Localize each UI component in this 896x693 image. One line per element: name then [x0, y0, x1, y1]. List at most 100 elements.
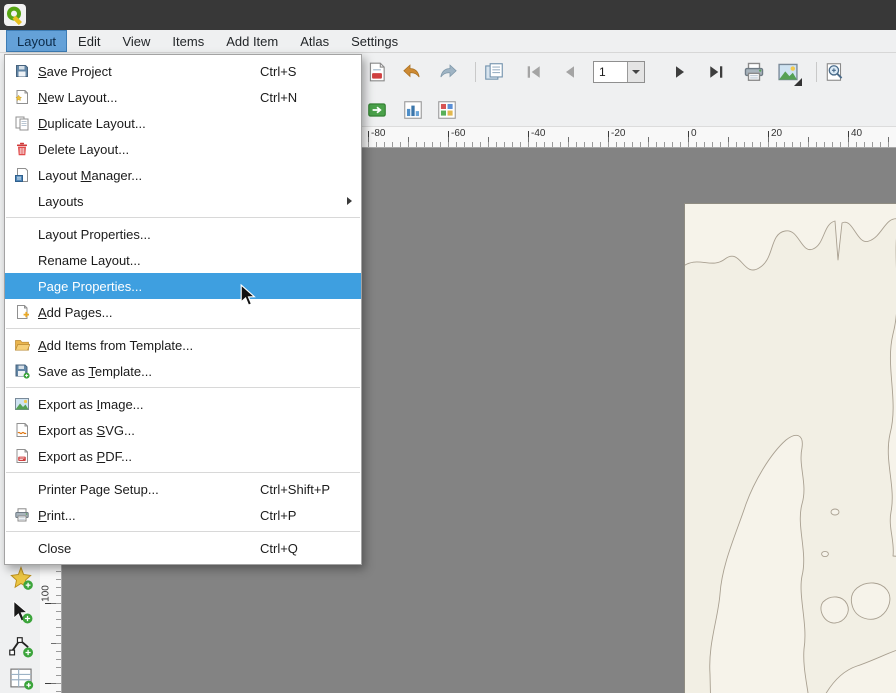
menu-item-close[interactable]: Close Ctrl+Q	[5, 535, 361, 561]
new-layout-icon	[10, 88, 34, 106]
menu-item-duplicate-layout[interactable]: Duplicate Layout...	[5, 110, 361, 136]
menu-items[interactable]: Items	[161, 30, 215, 52]
export-svg-icon	[10, 421, 34, 439]
menu-item-label: New Layout...	[38, 90, 260, 105]
menu-item-label: Export as Image...	[38, 397, 260, 412]
toolbar-separator	[475, 62, 476, 82]
redo-icon[interactable]	[436, 59, 462, 85]
menu-item-shortcut: Ctrl+P	[260, 508, 352, 523]
menu-item-label: Print...	[38, 508, 260, 523]
menu-item-layout-manager[interactable]: Layout Manager...	[5, 162, 361, 188]
menu-item-save-as-template[interactable]: Save as Template...	[5, 358, 361, 384]
edit-nodes-item-icon[interactable]	[8, 633, 34, 659]
ruler-label: 40	[851, 128, 862, 139]
menu-item-layouts-submenu[interactable]: Layouts	[5, 188, 361, 214]
ruler-label: -60	[451, 128, 465, 139]
preview-atlas-icon[interactable]	[364, 97, 390, 123]
menu-item-printer-page-setup[interactable]: Printer Page Setup... Ctrl+Shift+P	[5, 476, 361, 502]
menu-item-rename-layout[interactable]: Rename Layout...	[5, 247, 361, 273]
undo-icon[interactable]	[398, 59, 424, 85]
menu-item-label: Add Pages...	[38, 305, 260, 320]
first-feature-icon[interactable]	[521, 59, 547, 85]
menu-item-label: Export as PDF...	[38, 449, 260, 464]
menu-item-icon-empty	[10, 539, 34, 557]
export-pdf-icon	[10, 447, 34, 465]
zoom-full-icon[interactable]	[822, 59, 848, 85]
add-legend-icon[interactable]	[434, 97, 460, 123]
menu-item-label: Export as SVG...	[38, 423, 260, 438]
menu-item-page-properties[interactable]: Page Properties...	[5, 273, 361, 299]
menu-item-save-project[interactable]: Save Project Ctrl+S	[5, 58, 361, 84]
menu-item-add-pages[interactable]: Add Pages...	[5, 299, 361, 325]
add-attribute-table-icon[interactable]	[8, 665, 34, 691]
ruler-label: 0	[691, 128, 697, 139]
add-node-item-icon[interactable]	[8, 565, 34, 591]
menu-item-label: Delete Layout...	[38, 142, 260, 157]
menu-separator	[6, 387, 360, 388]
menu-item-print[interactable]: Print... Ctrl+P	[5, 502, 361, 528]
ruler-label: -80	[371, 128, 385, 139]
menu-item-add-items-from-template[interactable]: Add Items from Template...	[5, 332, 361, 358]
layout-toolbar: 1	[364, 57, 848, 87]
layout-page[interactable]	[684, 203, 896, 693]
menu-atlas[interactable]: Atlas	[289, 30, 340, 52]
qgis-layout-window: Layout Edit View Items Add Item Atlas Se…	[0, 0, 896, 693]
atlas-feature-value[interactable]: 1	[594, 62, 627, 82]
atlas-feature-combo[interactable]: 1	[593, 61, 645, 83]
menu-separator	[6, 217, 360, 218]
add-chart-icon[interactable]	[400, 97, 426, 123]
menu-add-item[interactable]: Add Item	[215, 30, 289, 52]
menu-edit[interactable]: Edit	[67, 30, 111, 52]
print-atlas-icon[interactable]	[741, 59, 767, 85]
menubar: Layout Edit View Items Add Item Atlas Se…	[0, 30, 896, 53]
delete-layout-icon	[10, 140, 34, 158]
export-report-icon[interactable]	[364, 59, 390, 85]
menu-item-new-layout[interactable]: New Layout... Ctrl+N	[5, 84, 361, 110]
atlas-settings-icon[interactable]	[481, 59, 507, 85]
menu-item-label: Rename Layout...	[38, 253, 260, 268]
menu-item-delete-layout[interactable]: Delete Layout...	[5, 136, 361, 162]
add-pages-icon	[10, 303, 34, 321]
select-move-item-icon[interactable]	[8, 599, 34, 625]
menu-item-shortcut: Ctrl+S	[260, 64, 352, 79]
export-atlas-image-icon[interactable]	[775, 59, 801, 85]
menu-item-label: Layout Properties...	[38, 227, 260, 242]
next-feature-icon[interactable]	[667, 59, 693, 85]
menu-item-label: Close	[38, 541, 260, 556]
dropdown-corner-icon	[794, 78, 802, 86]
menu-view[interactable]: View	[111, 30, 161, 52]
menu-settings[interactable]: Settings	[340, 30, 409, 52]
menu-item-export-as-svg[interactable]: Export as SVG...	[5, 417, 361, 443]
window-titlebar	[0, 0, 896, 30]
ruler-label: -20	[611, 128, 625, 139]
ruler-label: 20	[771, 128, 782, 139]
save-template-icon	[10, 362, 34, 380]
menu-item-label: Save Project	[38, 64, 260, 79]
menu-item-shortcut: Ctrl+Q	[260, 541, 352, 556]
menu-separator	[6, 472, 360, 473]
menu-item-label: Duplicate Layout...	[38, 116, 260, 131]
combo-dropdown-button[interactable]	[627, 62, 644, 82]
menu-item-icon-empty	[10, 225, 34, 243]
menu-item-layout-properties[interactable]: Layout Properties...	[5, 221, 361, 247]
layout-manager-icon	[10, 166, 34, 184]
ruler-label: 100	[41, 584, 52, 604]
folder-icon	[10, 336, 34, 354]
menu-layout[interactable]: Layout	[6, 30, 67, 52]
menu-item-shortcut: Ctrl+Shift+P	[260, 482, 352, 497]
submenu-arrow-icon	[347, 197, 352, 205]
map-item	[685, 204, 896, 693]
menu-item-export-as-image[interactable]: Export as Image...	[5, 391, 361, 417]
atlas-toolbar	[364, 95, 460, 125]
layout-menu-dropdown: Save Project Ctrl+S New Layout... Ctrl+N…	[4, 54, 362, 565]
menu-separator	[6, 531, 360, 532]
previous-feature-icon[interactable]	[557, 59, 583, 85]
menu-item-icon-empty	[10, 192, 34, 210]
last-feature-icon[interactable]	[703, 59, 729, 85]
duplicate-layout-icon	[10, 114, 34, 132]
menu-item-export-as-pdf[interactable]: Export as PDF...	[5, 443, 361, 469]
menu-item-label: Layouts	[38, 194, 347, 209]
qgis-logo-icon	[3, 3, 27, 27]
menu-item-label: Save as Template...	[38, 364, 260, 379]
toolbar-separator	[816, 62, 817, 82]
